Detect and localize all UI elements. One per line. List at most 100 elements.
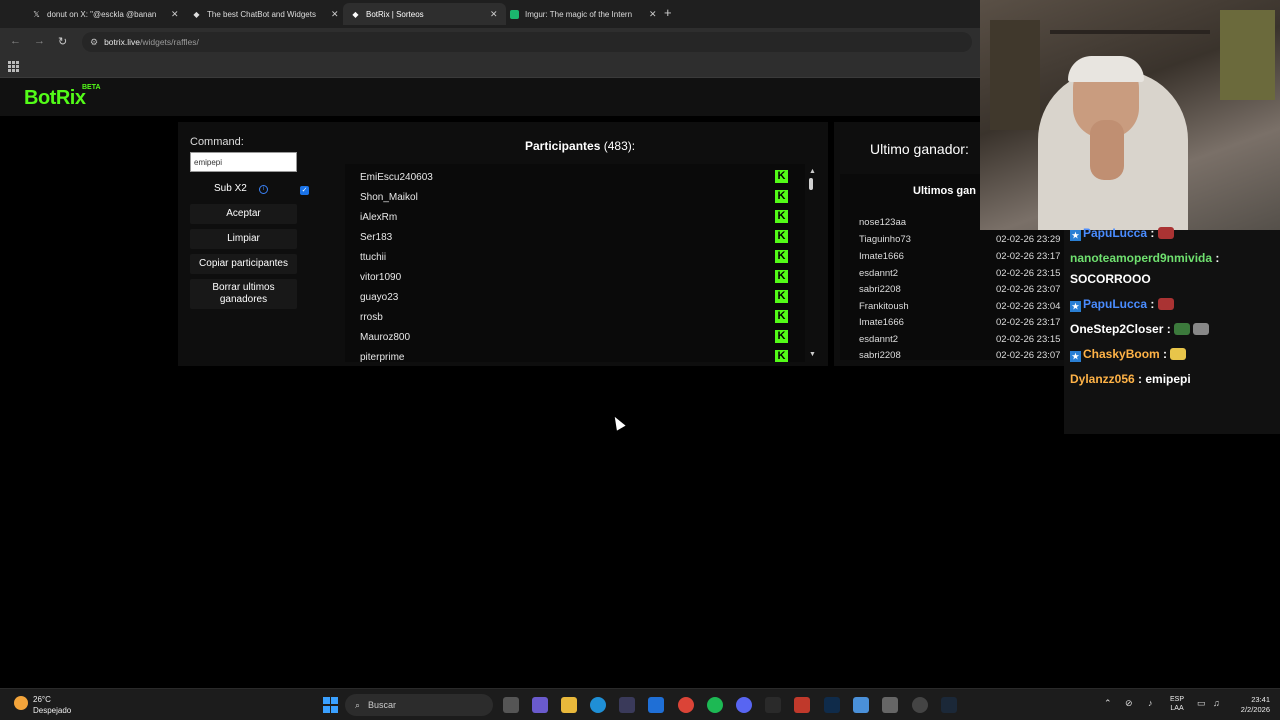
webcam-background — [990, 20, 1040, 130]
task-view-icon[interactable] — [503, 697, 519, 713]
scroll-up-icon[interactable]: ▲ — [809, 168, 816, 175]
site-info-icon[interactable]: ⚙ — [90, 37, 98, 48]
info-icon[interactable]: i — [259, 185, 268, 194]
chat-user: ChaskyBoom — [1083, 347, 1160, 361]
winner-date: 02-02-26 23:29 — [996, 234, 1061, 245]
kick-icon: K — [775, 330, 788, 343]
botrix-icon: ◆ — [352, 9, 359, 19]
weather-description: Despejado — [33, 706, 72, 715]
lang-bottom: LAA — [1170, 705, 1184, 712]
windows-taskbar: 26°C Despejado ⌕ Buscar ⌃ ⊘ ♪ ESP LAA ▭ … — [0, 688, 1280, 720]
chat-text: : — [1215, 251, 1220, 265]
list-item: Ser183 — [360, 232, 393, 243]
copy-participants-button[interactable]: Copiar participantes — [190, 254, 297, 274]
list-item: EmiEscu240603 — [360, 172, 433, 183]
microphone-icon[interactable]: ♪ — [1148, 698, 1153, 708]
winner-name: esdannt2 — [859, 334, 899, 345]
app-icon[interactable] — [765, 697, 781, 713]
app-icon[interactable] — [912, 697, 928, 713]
tab-botrix-sorteos[interactable]: ◆ BotRix | Sorteos ✕ — [343, 3, 506, 25]
tab-title: donut on X: "@esckla @banan — [47, 9, 157, 19]
new-tab-icon[interactable]: + — [664, 5, 672, 20]
copilot-icon[interactable] — [532, 697, 548, 713]
spotify-icon[interactable] — [707, 697, 723, 713]
network-icon[interactable]: ⊘ — [1125, 698, 1133, 709]
close-tab-icon[interactable]: ✕ — [649, 9, 657, 20]
start-icon[interactable] — [323, 697, 339, 713]
tab-title: Imgur: The magic of the Intern — [525, 9, 633, 19]
close-tab-icon[interactable]: ✕ — [490, 9, 498, 20]
tab-imgur[interactable]: Imgur: The magic of the Intern ✕ — [502, 3, 665, 25]
imgur-icon — [510, 9, 519, 19]
tab-donut-x[interactable]: 𝕏 donut on X: "@esckla @banan ✕ — [24, 3, 187, 25]
scrollbar-thumb[interactable] — [809, 178, 813, 190]
command-input[interactable] — [190, 152, 297, 172]
scroll-down-icon[interactable]: ▼ — [809, 351, 816, 358]
file-explorer-icon[interactable] — [561, 697, 577, 713]
url-input[interactable]: ⚙ botrix.live/widgets/raffles/ — [82, 32, 972, 52]
botrix-logo[interactable]: BotRix — [24, 87, 86, 110]
weather-icon[interactable] — [14, 696, 28, 710]
winners-title: Ultimos gan — [913, 185, 976, 197]
mail-icon[interactable] — [648, 697, 664, 713]
chrome-icon[interactable] — [678, 697, 694, 713]
kick-icon: K — [775, 310, 788, 323]
chat-message: OneStep2Closer : — [1070, 322, 1210, 336]
winner-date: 02-02-26 23:07 — [996, 284, 1061, 295]
chat-user: OneStep2Closer — [1070, 322, 1164, 336]
delete-winners-button[interactable]: Borrar ultimos ganadores — [190, 279, 297, 309]
beta-badge: BETA — [82, 84, 101, 91]
forward-icon[interactable]: → — [34, 35, 45, 47]
store-icon[interactable] — [619, 697, 635, 713]
list-item: vitor1090 — [360, 272, 402, 283]
participants-count: (483): — [603, 139, 636, 153]
edge-icon[interactable] — [590, 697, 606, 713]
list-item: piterprime — [360, 352, 405, 362]
chevron-up-icon[interactable]: ⌃ — [1104, 698, 1112, 709]
volume-icon[interactable]: ♫ — [1213, 698, 1220, 708]
kick-icon: K — [775, 290, 788, 303]
winner-date: 02-02-26 23:17 — [996, 251, 1061, 262]
chat-text: SOCORROOO — [1070, 272, 1151, 286]
streamer-hands — [1090, 120, 1124, 180]
sub-x2-row: Sub X2 — [214, 183, 247, 194]
chat-text: : emipepi — [1138, 372, 1191, 386]
language-indicator[interactable]: ESP LAA — [1170, 695, 1184, 713]
chat-text: : — [1150, 226, 1155, 240]
kick-icon: K — [775, 190, 788, 203]
clock-date: 2/2/2026 — [1240, 705, 1270, 714]
participants-list[interactable]: EmiEscu240603 K Shon_Maikol K iAlexRm K … — [345, 164, 805, 362]
search-icon: ⌕ — [355, 699, 361, 710]
command-label: Command: — [190, 136, 244, 148]
reload-icon[interactable]: ↻ — [58, 35, 67, 48]
sub-x2-checkbox[interactable]: ✓ — [300, 186, 309, 195]
discord-icon[interactable] — [736, 697, 752, 713]
close-tab-icon[interactable]: ✕ — [331, 9, 339, 20]
botrix-icon: ◆ — [193, 9, 200, 19]
accept-button[interactable]: Aceptar — [190, 204, 297, 224]
taskbar-search[interactable]: ⌕ Buscar — [345, 694, 493, 716]
list-item: rrosb — [360, 312, 383, 323]
winner-name: Imate1666 — [859, 317, 904, 328]
winner-name: sabri2208 — [859, 350, 901, 360]
clock[interactable]: 23:41 2/2/2026 — [1230, 695, 1270, 715]
emote-icon — [1174, 323, 1191, 335]
steam-icon[interactable] — [941, 697, 957, 713]
chat-message: nanoteamoperd9nmivida : — [1070, 251, 1219, 265]
display-icon[interactable]: ▭ — [1197, 698, 1206, 709]
tab-chatbot-widgets[interactable]: ◆ The best ChatBot and Widgets ✕ — [184, 3, 347, 25]
photoshop-icon[interactable] — [824, 697, 840, 713]
chat-message: Dylanzz056 : emipepi — [1070, 372, 1191, 386]
apps-grid-icon[interactable] — [8, 61, 19, 72]
close-tab-icon[interactable]: ✕ — [171, 9, 179, 20]
last-winner-label: Ultimo ganador: — [870, 141, 969, 157]
settings-icon[interactable] — [882, 697, 898, 713]
kick-icon: K — [775, 170, 788, 183]
chat-user: PapuLucca — [1083, 297, 1148, 311]
list-item: Mauroz800 — [360, 332, 411, 343]
clear-button[interactable]: Limpiar — [190, 229, 297, 249]
app-icon[interactable] — [794, 697, 810, 713]
back-icon[interactable]: ← — [10, 35, 21, 47]
sub-x2-label: Sub X2 — [214, 183, 247, 194]
notepad-icon[interactable] — [853, 697, 869, 713]
